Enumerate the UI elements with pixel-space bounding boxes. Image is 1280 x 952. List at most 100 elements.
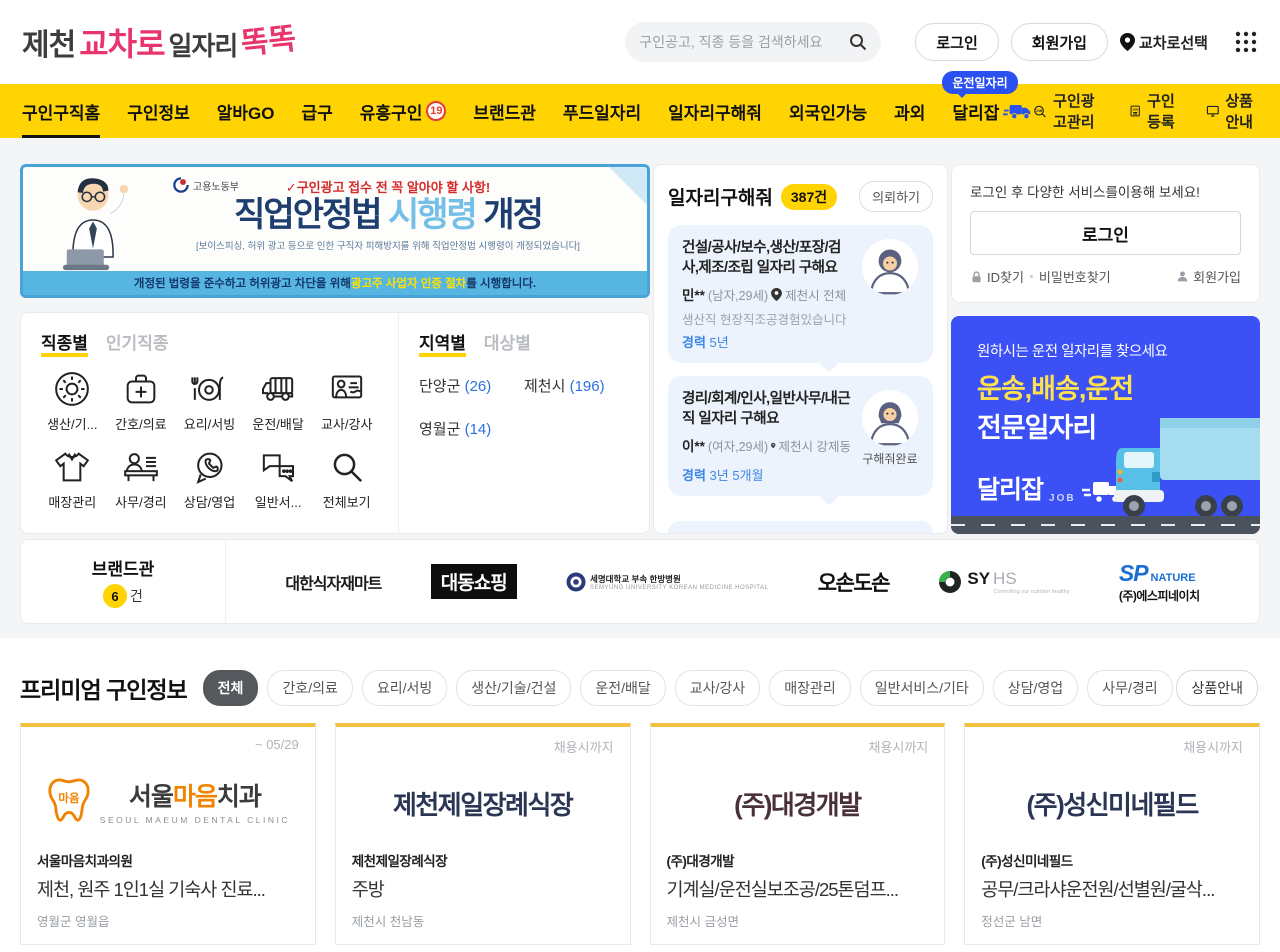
nav-label: 구인구직홈 (22, 103, 101, 123)
brand-logo-osondoson[interactable]: 오손도손 (818, 567, 891, 597)
nav-item-foreigner-ok[interactable]: 외국인가능 (789, 84, 867, 138)
nav-item-home[interactable]: 구인구직홈 (22, 84, 100, 138)
job-request-card[interactable]: 건설/공사/보수,생산/포장/검사,제조/조립 일자리 구해요 민** (남자,… (668, 225, 933, 364)
premium-job-card[interactable]: 채용시까지 (주)성신미네필드 (주)성신미네필드 공무/크라샤운전원/선별원/… (964, 723, 1260, 945)
signup-link[interactable]: 회원가입 (1176, 267, 1241, 286)
nav-item-adult-jobs[interactable]: 유흥구인 19 (360, 84, 447, 138)
gear-icon (55, 372, 90, 406)
brand-logo-sp-nature[interactable]: SP NATURE (주)에스피네이치 (1119, 560, 1200, 604)
chip-office[interactable]: 사무/경리 (1087, 670, 1173, 706)
brand-logo-semyung-hospital[interactable]: 세명대학교 부속 한방병원 SEMYUNG UNIVERSITY KOREAN … (566, 572, 768, 592)
premium-job-card[interactable]: 채용시까지 (주)대경개발 (주)대경개발 기계실/운전실보조공/25톤덤프..… (649, 723, 946, 945)
nav-item-alba-go[interactable]: 알바GO (217, 84, 275, 138)
premium-job-card[interactable]: ~ 05/29 마음 서울마음치과 SEOUL MAEUM DENTAL CLI… (20, 723, 316, 945)
ad-manage-link[interactable]: JOB 구인광고관리 (1033, 90, 1102, 132)
person-icon (1177, 271, 1188, 282)
brand-strip: 브랜드관 6 건 대한식자재마트 대동쇼핑 세명대학교 부속 한방병원 SEMY… (20, 539, 1260, 624)
tab-by-job-type[interactable]: 직종별 (41, 329, 88, 357)
chip-driving[interactable]: 운전/배달 (580, 670, 666, 706)
category-office[interactable]: 사무/경리 (110, 447, 173, 511)
product-info-link[interactable]: 상품안내 (1206, 90, 1258, 132)
illustration-man (33, 167, 153, 279)
search-icon[interactable] (849, 33, 867, 51)
region-danyang[interactable]: 단양군 (26) (419, 375, 524, 396)
syhs-logo-icon (939, 570, 962, 593)
nav-util-label: 상품안내 (1225, 93, 1253, 131)
dallijab-ad-banner[interactable]: 원하시는 운전 일자리를 찾으세요 운송,배송,운전 전문일자리 달리잡 JOB (951, 316, 1260, 534)
category-production[interactable]: 생산/기... (41, 369, 104, 433)
region-yeongwol[interactable]: 영월군 (14) (419, 418, 524, 439)
chip-general-service[interactable]: 일반서비스/기타 (859, 670, 984, 706)
category-general-service[interactable]: 일반서... (247, 447, 310, 511)
search-input[interactable] (639, 34, 844, 50)
brand-hall-title: 브랜드관 (91, 560, 155, 579)
nav-menu: 구인구직홈 구인정보 알바GO 급구 유흥구인 19 브랜드관 푸드일자리 일자리… (22, 71, 1033, 138)
nav-util-label: 구인등록 (1147, 93, 1175, 131)
job-post-link[interactable]: JOB 구인등록 (1129, 90, 1180, 132)
find-id-link[interactable]: ID찾기 (970, 267, 1024, 286)
nav-item-food-jobs[interactable]: 푸드일자리 (563, 84, 641, 138)
policy-banner[interactable]: 고용노동부 ✓구인광고 접수 전 꼭 알아야 할 사항! 직업안정법 시행령 개… (20, 164, 650, 298)
premium-job-card[interactable]: 채용시까지 제천제일장례식장 제천제일장례식장 주방 제천시 천남동 (334, 723, 631, 945)
nav-item-brand-hall[interactable]: 브랜드관 (473, 84, 536, 138)
find-password-link[interactable]: 비밀번호찾기 (1039, 267, 1111, 286)
login-panel-button[interactable]: 로그인 (970, 211, 1241, 255)
site-logo[interactable]: 제천 교차로 일자리 똑똑 (22, 19, 298, 65)
brand-logo-daedong-shopping[interactable]: 대동쇼핑 (430, 564, 517, 599)
header-actions: 로그인 회원가입 교차로선택 (915, 23, 1258, 61)
job-request-count-badge: 387건 (780, 183, 838, 210)
nav-label: 급구 (301, 103, 333, 123)
chip-nursing[interactable]: 간호/의료 (267, 670, 353, 706)
avatar-female-icon (862, 390, 918, 447)
chip-store[interactable]: 매장관리 (769, 670, 851, 706)
nav-item-urgent[interactable]: 급구 (302, 84, 333, 138)
brand-count: 6 건 (103, 584, 143, 608)
login-button[interactable]: 로그인 (915, 23, 999, 61)
brand-logo-daehan-mart[interactable]: 대한식자재마트 (285, 570, 382, 594)
request-complete-badge: 구해줘완료 (862, 452, 918, 467)
category-store[interactable]: 매장관리 (41, 447, 104, 511)
header: 제천 교차로 일자리 똑똑 로그인 회원가입 교차로선택 (0, 0, 1280, 84)
signup-button[interactable]: 회원가입 (1010, 23, 1108, 61)
medical-kit-icon (126, 374, 156, 404)
chat-bubbles-icon (262, 454, 295, 482)
apps-grid-icon[interactable] (1234, 30, 1258, 54)
nav-item-tutoring[interactable]: 과외 (894, 84, 925, 138)
nav-item-job-request[interactable]: 일자리구해줘 (668, 84, 762, 138)
company-name: (주)성신미네필드 (981, 854, 1073, 869)
job-title: 기계실/운전실보조공/25톤덤프... (666, 879, 900, 900)
brand-logo-syhs[interactable]: SY HS Controlling our nutrition healthy (938, 569, 1070, 595)
category-driving[interactable]: 운전/배달 (247, 369, 310, 433)
request-button[interactable]: 의뢰하기 (859, 181, 933, 212)
tab-by-target[interactable]: 대상별 (484, 329, 531, 357)
category-teaching[interactable]: 교사/강사 (315, 369, 378, 433)
product-info-button[interactable]: 상품안내 (1176, 670, 1258, 706)
tab-popular-jobs[interactable]: 인기직종 (106, 329, 169, 357)
search-bar[interactable] (625, 22, 882, 62)
company-name: 서울마음치과의원 (37, 854, 133, 869)
job-request-card[interactable]: 경리/회계/인사,일반사무/내근직 일자리 구해요 이** (여자,29세) 제… (668, 376, 933, 497)
category-consulting[interactable]: 상담/영업 (178, 447, 241, 511)
category-cooking[interactable]: 요리/서빙 (178, 369, 241, 433)
nav-item-dallijab[interactable]: 운전일자리 달리잡 (942, 71, 1033, 138)
road-graphic (951, 516, 1260, 534)
branch-select[interactable]: 교차로선택 (1119, 32, 1208, 53)
blackboard-icon (331, 375, 362, 399)
job-title: 제천, 원주 1인1실 기숙사 진료... (37, 879, 266, 900)
chip-production[interactable]: 생산/기술/건설 (456, 670, 572, 706)
chip-teaching[interactable]: 교사/강사 (674, 670, 761, 706)
tab-by-region[interactable]: 지역별 (419, 329, 466, 357)
banner-title: 직업안정법 시행령 개정 (234, 196, 544, 234)
logo-text: 일자리 (168, 31, 239, 61)
category-view-all[interactable]: 전체보기 (315, 447, 378, 511)
premium-section: 프리미엄 구인정보 전체 간호/의료 요리/서빙 생산/기술/건설 운전/배달 … (0, 638, 1280, 951)
location-pin-icon (771, 442, 776, 448)
nav-item-job-info[interactable]: 구인정보 (127, 84, 190, 138)
chip-consulting[interactable]: 상담/영업 (992, 670, 1079, 706)
category-nursing[interactable]: 간호/의료 (110, 369, 173, 433)
chip-cooking[interactable]: 요리/서빙 (361, 670, 448, 706)
chip-all[interactable]: 전체 (202, 670, 259, 706)
university-emblem-icon (566, 572, 586, 591)
deadline: 채용시까지 (1183, 740, 1243, 755)
region-jecheon[interactable]: 제천시 (196) (524, 375, 629, 396)
